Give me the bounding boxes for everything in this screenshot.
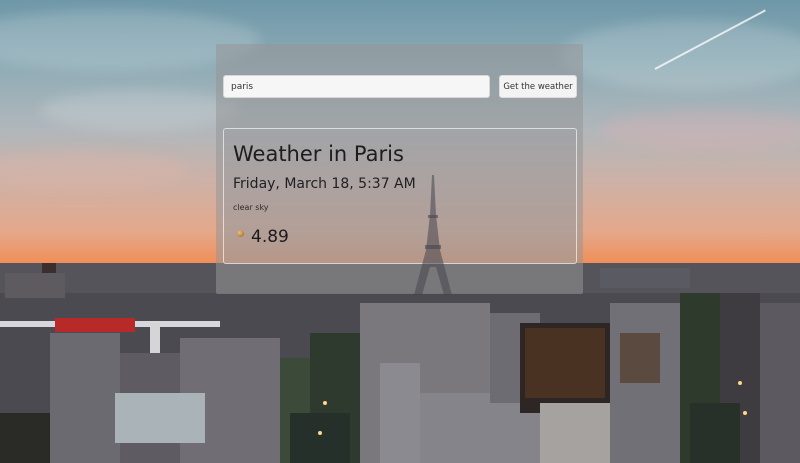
get-weather-button[interactable]: Get the weather [499,75,577,98]
cloud [40,90,240,130]
cloud [600,110,800,150]
cloud [0,150,190,190]
weather-description: clear sky [233,203,269,212]
weather-datetime: Friday, March 18, 5:37 AM [233,176,416,192]
eiffel-tower-silhouette [414,175,452,295]
weather-title: Weather in Paris [233,142,404,166]
background-scene: Get the weather Weather in Paris Friday,… [0,0,800,463]
temperature-value: 4.89 [251,227,289,247]
clear-sky-moon-icon [237,230,244,237]
city-search-input[interactable] [223,75,490,98]
